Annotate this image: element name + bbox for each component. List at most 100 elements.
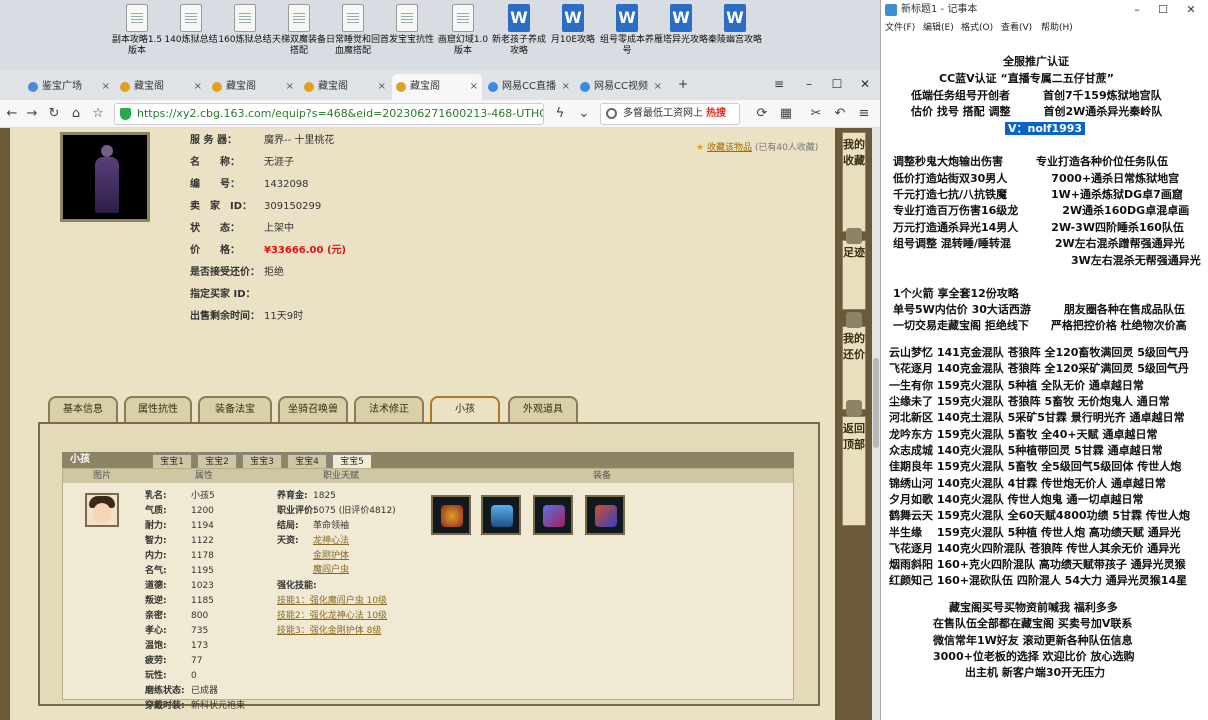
skill-link[interactable]: 技能2：强化龙神心法 10级 [277, 609, 387, 624]
hot-search-badge[interactable]: 热搜 [706, 104, 726, 119]
talent-link[interactable]: 魔阎户虫 [313, 564, 349, 577]
skill-link[interactable]: 技能1：强化魔阎户虫 10级 [277, 594, 387, 609]
new-tab-button[interactable]: + [668, 72, 698, 96]
desktop-file-icon[interactable]: W 组号零成本养号 [600, 4, 654, 68]
main-tab[interactable]: 法术修正 [354, 396, 424, 422]
tab-close-icon[interactable]: × [654, 74, 662, 100]
notepad-menu-item[interactable]: 编辑(E) [923, 20, 954, 36]
notepad-text-area[interactable]: 全服推广认证 CC蓝V认证 “直播专属二五仔甘蔗” 低端任务组号开创者 首创7千15… [881, 40, 1208, 720]
notepad-menu-item[interactable]: 帮助(H) [1041, 20, 1073, 36]
scissors-icon[interactable]: ✂ [806, 104, 826, 124]
tab-close-icon[interactable]: × [194, 74, 202, 100]
notepad-line: 3000+位老板的选择 欢迎比价 放心选购 [933, 650, 1135, 663]
tab-close-icon[interactable]: × [562, 74, 570, 100]
desktop-file-icon[interactable]: 副本攻略1.5版本 [110, 4, 164, 68]
desktop-file-icon[interactable]: 日常睡觉和回血魔搭配 [326, 4, 380, 68]
desktop-file-label: 首发宝宝抗性 [380, 35, 435, 45]
desktop-file-icon[interactable]: 画窟幻域1.0版本 [436, 4, 490, 68]
main-tab[interactable]: 装备法宝 [198, 396, 272, 422]
address-bar[interactable]: https://xy2.cbg.163.com/equip?s=468&eid=… [114, 103, 544, 125]
desktop-file-icon[interactable]: 160炼狱总结 [218, 4, 272, 68]
notepad-line: 藏宝阁买号买物资前喊我 福利多多 [949, 601, 1118, 614]
word-doc-icon: W [508, 4, 530, 32]
notepad-close-button[interactable]: ✕ [1179, 0, 1203, 20]
skill-link[interactable]: 技能3：强化金刚护体 8级 [277, 624, 381, 639]
bookmark-icon[interactable]: ☆ [88, 104, 108, 124]
info-label: 指定买家 ID： [190, 289, 256, 300]
tab-close-icon[interactable]: × [286, 74, 294, 100]
desktop-file-icon[interactable]: 140炼狱总结 [164, 4, 218, 68]
browser-tab[interactable]: 藏宝阁 × [116, 74, 206, 100]
side-nav-item[interactable]: 足迹 [842, 240, 866, 310]
dropdown-icon[interactable]: ⌄ [574, 104, 594, 124]
desktop-file-icon[interactable]: 天梯双魔装备搭配 [272, 4, 326, 68]
equipment-slot[interactable] [431, 495, 471, 535]
undo-icon[interactable]: ↶ [830, 104, 850, 124]
forward-icon[interactable]: → [22, 104, 42, 124]
notepad-line: 1个火箭 享全套12份攻略 [893, 287, 1019, 300]
desktop-file-icon[interactable]: W 秦陵幽宫攻略 [708, 4, 762, 68]
side-nav: 我的收藏足迹我的还价返回顶部 [842, 128, 866, 720]
favorite-link[interactable]: ★ 收藏该物品 (已有40人收藏) [696, 140, 818, 153]
browser-tab[interactable]: 网易CC直播 × [484, 74, 574, 100]
equipment-slot[interactable] [585, 495, 625, 535]
back-icon[interactable]: ← [2, 104, 22, 124]
desktop-file-icon[interactable]: W 新老孩子养成攻略 [492, 4, 546, 68]
refresh-icon[interactable]: ↻ [44, 104, 64, 124]
kid-stat-value: 173 [191, 641, 209, 651]
desktop-file-icon[interactable]: 首发宝宝抗性 [380, 4, 434, 68]
side-nav-item[interactable]: 返回顶部 [842, 416, 866, 526]
desktop-file-icon[interactable]: W 雁塔异光攻略 [654, 4, 708, 68]
tab-close-icon[interactable]: × [378, 74, 386, 100]
main-tab[interactable]: 小孩 [430, 396, 500, 422]
notepad-line: 在售队伍全部都在藏宝阁 买卖号加V联系 [933, 617, 1133, 630]
browser-tab-label: 藏宝阁 [134, 81, 164, 92]
info-value: 11天9时 [264, 311, 304, 322]
browser-tab[interactable]: 鉴宝广场 × [24, 74, 114, 100]
minimize-button[interactable]: – [794, 72, 824, 96]
home-icon[interactable]: ⌂ [66, 104, 86, 124]
talent-link[interactable]: 金刚护体 [313, 550, 349, 563]
tab-close-icon[interactable]: × [102, 74, 110, 100]
lightning-icon[interactable]: ϟ [550, 104, 570, 124]
notepad-maximize-button[interactable]: ☐ [1151, 0, 1175, 20]
notepad-menu-item[interactable]: 文件(F) [885, 20, 915, 36]
browser-tab[interactable]: 藏宝阁 × [208, 74, 298, 100]
grid-icon[interactable]: ▦ [776, 104, 796, 124]
equipment-slot[interactable] [533, 495, 573, 535]
close-window-button[interactable]: ✕ [850, 72, 880, 96]
notepad-menu-item[interactable]: 格式(O) [961, 20, 993, 36]
desktop-file-icon[interactable]: W 月10E攻略 [546, 4, 600, 68]
browser-tab[interactable]: 藏宝阁 × [392, 74, 482, 100]
sync-icon[interactable]: ⟳ [752, 104, 772, 124]
url-text: https://xy2.cbg.163.com/equip?s=468&eid=… [137, 107, 543, 120]
favicon-icon [212, 82, 222, 92]
main-tab[interactable]: 外观道具 [508, 396, 578, 422]
notepad-minimize-button[interactable]: – [1125, 0, 1149, 20]
word-doc-icon: W [616, 4, 638, 32]
page-scrollbar[interactable] [872, 128, 880, 720]
menu-icon[interactable]: ≡ [854, 104, 874, 124]
maximize-button[interactable]: ☐ [822, 72, 852, 96]
main-tab[interactable]: 基本信息 [48, 396, 118, 422]
text-file-icon [396, 4, 418, 32]
kid-stat-value: 1178 [191, 551, 214, 561]
desktop-file-label: 月10E攻略 [550, 35, 596, 45]
notepad-line: 低价打造站街双30男人 7000+通杀日常炼狱地宫 [893, 172, 1180, 185]
browser-tab[interactable]: 藏宝阁 × [300, 74, 390, 100]
browser-tab[interactable]: 网易CC视频 × [576, 74, 666, 100]
page-content: 服 务 器： 魔界-- 十里桃花名 称： 无涯子编 号： 1432098 卖 家 ID：… [0, 128, 880, 720]
side-nav-item[interactable]: 我的还价 [842, 326, 866, 410]
equipment-slot[interactable] [481, 495, 521, 535]
kid-attr-value: 革命领袖 [313, 521, 350, 531]
tab-close-icon[interactable]: × [470, 74, 478, 100]
kid-attr-value[interactable]: 龙神心法 [313, 534, 349, 549]
notepad-menu-item[interactable]: 查看(V) [1001, 20, 1032, 36]
side-nav-item[interactable]: 我的收藏 [842, 132, 866, 232]
main-tab[interactable]: 坐骑召唤兽 [278, 396, 348, 422]
main-tab[interactable]: 属性抗性 [124, 396, 192, 422]
desktop-file-label: 雁塔异光攻略 [654, 35, 709, 45]
notepad-line: 锦绣山河 140克火混队 4甘霖 传世炮无价人 通卓越日常 [889, 477, 1166, 490]
window-menu-icon[interactable]: ≡ [764, 72, 794, 96]
favorite-link-text[interactable]: 收藏该物品 [707, 143, 752, 153]
